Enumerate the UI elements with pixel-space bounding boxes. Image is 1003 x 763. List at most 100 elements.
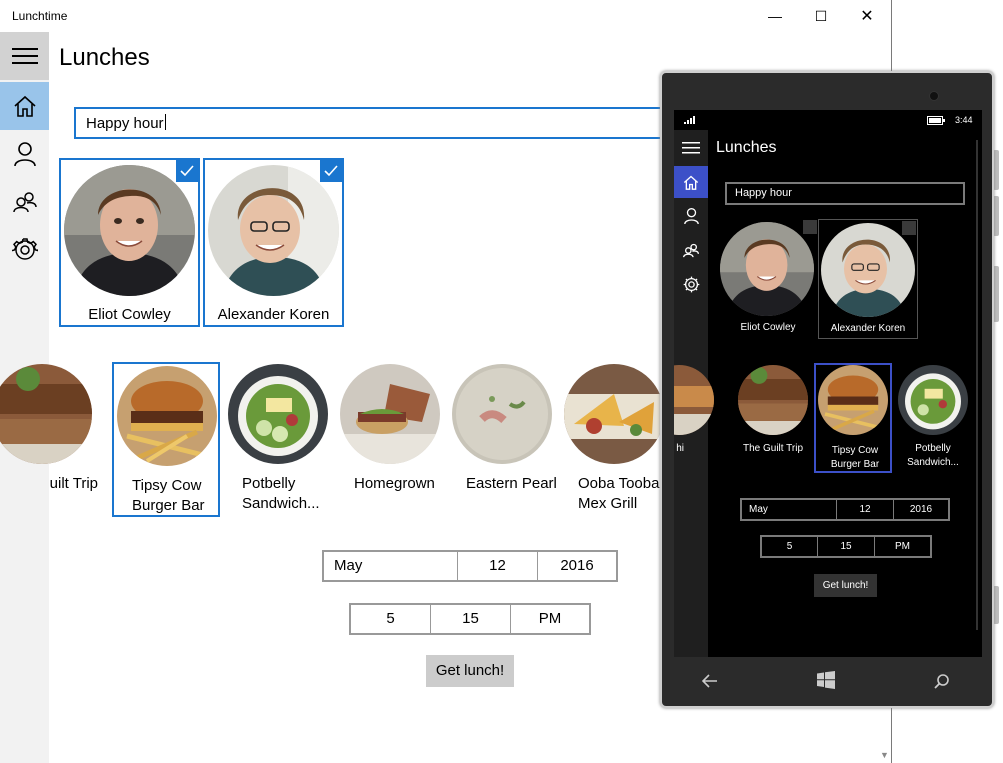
date-picker[interactable]: May 12 2016 bbox=[322, 550, 618, 582]
phone-search-input[interactable]: Happy hour bbox=[725, 182, 965, 205]
phone-restaurant-item-guilt-trip[interactable]: The Guilt Trip bbox=[734, 363, 812, 473]
person-card-eliot[interactable]: Eliot Cowley bbox=[59, 158, 200, 327]
restaurant-label: Homegrown bbox=[354, 475, 435, 492]
windows-logo-icon[interactable] bbox=[817, 671, 835, 689]
person-name: Eliot Cowley bbox=[88, 306, 171, 323]
time-hour[interactable]: 5 bbox=[351, 605, 431, 633]
person-name: Alexander Koren bbox=[830, 323, 906, 334]
restaurant-photo bbox=[898, 365, 968, 435]
person-card-alexander[interactable]: Alexander Koren bbox=[203, 158, 344, 327]
date-day[interactable]: 12 bbox=[458, 552, 538, 580]
phone-restaurant-item-tipsy-cow[interactable]: Tipsy Cow Burger Bar bbox=[814, 363, 892, 473]
gear-icon bbox=[683, 276, 699, 292]
window-title: Lunchtime bbox=[12, 9, 68, 23]
selected-check bbox=[320, 160, 342, 182]
phone-person-card-alexander[interactable]: Alexander Koren bbox=[818, 219, 918, 339]
time-minute[interactable]: 15 bbox=[818, 537, 875, 556]
date-year[interactable]: 2016 bbox=[894, 500, 948, 519]
restaurant-item-eastern-pearl[interactable]: Eastern Pearl bbox=[448, 362, 560, 517]
checkmark-icon bbox=[324, 165, 338, 177]
restaurant-item-potbelly[interactable]: Potbelly Sandwich... bbox=[224, 362, 336, 517]
restaurant-photo bbox=[564, 364, 664, 464]
nav-home[interactable] bbox=[0, 82, 49, 130]
time-ampm[interactable]: PM bbox=[875, 537, 930, 556]
restaurant-item-tipsy-cow[interactable]: Tipsy Cow Burger Bar bbox=[112, 362, 220, 517]
time-picker[interactable]: 5 15 PM bbox=[349, 603, 591, 635]
time-hour[interactable]: 5 bbox=[762, 537, 818, 556]
avatar bbox=[64, 165, 195, 296]
restaurant-photo bbox=[117, 366, 217, 466]
hamburger-menu-icon bbox=[682, 142, 700, 154]
home-icon bbox=[683, 175, 699, 190]
phone-nav-group[interactable] bbox=[674, 234, 708, 266]
phone-nav-person[interactable] bbox=[674, 200, 708, 232]
phone-screen: 3:44 Lunches Happy hour Eliot Cowley Ale… bbox=[674, 110, 982, 657]
person-name: Eliot Cowley bbox=[740, 322, 796, 333]
group-icon bbox=[12, 192, 37, 213]
restaurant-label: Potbelly Sandwich... bbox=[242, 475, 320, 512]
restaurant-photo bbox=[818, 365, 888, 435]
nav-group[interactable] bbox=[0, 178, 49, 226]
search-input-value: Happy hour bbox=[86, 115, 164, 132]
restaurant-label: hi bbox=[676, 443, 684, 454]
restaurant-label: Potbelly Sandwich... bbox=[907, 443, 959, 468]
restaurant-photo bbox=[738, 365, 808, 435]
text-caret bbox=[164, 114, 166, 130]
hamburger-button[interactable] bbox=[0, 32, 49, 80]
date-day[interactable]: 12 bbox=[837, 500, 894, 519]
time-minute[interactable]: 15 bbox=[431, 605, 511, 633]
date-month[interactable]: May bbox=[742, 500, 837, 519]
get-lunch-button[interactable]: Get lunch! bbox=[426, 655, 514, 687]
restaurant-label: Eastern Pearl bbox=[466, 475, 557, 492]
minimize-button[interactable]: — bbox=[752, 0, 798, 32]
phone-restaurant-item-potbelly[interactable]: Potbelly Sandwich... bbox=[894, 363, 972, 473]
battery-icon bbox=[927, 116, 945, 125]
restaurant-label: Tipsy Cow Burger Bar bbox=[132, 477, 205, 514]
maximize-button[interactable]: ☐ bbox=[798, 0, 844, 32]
phone-restaurant-item[interactable]: hi bbox=[674, 363, 718, 473]
scroll-down-arrow[interactable]: ▼ bbox=[880, 750, 889, 760]
selection-checkbox[interactable] bbox=[803, 220, 817, 234]
phone-clock: 3:44 bbox=[955, 115, 973, 125]
avatar bbox=[821, 223, 915, 317]
phone-person-card-eliot[interactable]: Eliot Cowley bbox=[718, 219, 818, 339]
restaurant-photo bbox=[228, 364, 328, 464]
restaurant-item-ooba-tooba[interactable]: Ooba Tooba Mex Grill bbox=[560, 362, 672, 517]
person-icon bbox=[13, 142, 36, 166]
restaurant-photo bbox=[452, 364, 552, 464]
home-icon bbox=[13, 95, 36, 117]
phone-nav-bar bbox=[662, 663, 992, 706]
avatar bbox=[208, 165, 339, 296]
page-title: Lunches bbox=[59, 44, 150, 71]
phone-get-lunch-button[interactable]: Get lunch! bbox=[814, 574, 877, 597]
phone-nav-home[interactable] bbox=[674, 166, 708, 198]
date-month[interactable]: May bbox=[324, 552, 458, 580]
close-button[interactable]: ✕ bbox=[844, 0, 890, 32]
phone-status-bar: 3:44 bbox=[674, 110, 982, 130]
restaurant-label: Ooba Tooba Mex Grill bbox=[578, 475, 660, 512]
selection-checkbox[interactable] bbox=[902, 221, 916, 235]
phone-time-picker[interactable]: 5 15 PM bbox=[760, 535, 932, 558]
signal-icon bbox=[684, 116, 695, 124]
nav-settings[interactable] bbox=[0, 226, 49, 274]
nav-person[interactable] bbox=[0, 130, 49, 178]
hamburger-menu-icon bbox=[11, 48, 38, 64]
date-year[interactable]: 2016 bbox=[538, 552, 616, 580]
avatar bbox=[720, 222, 814, 316]
search-icon[interactable] bbox=[934, 674, 949, 689]
phone-nav-settings[interactable] bbox=[674, 268, 708, 300]
time-ampm[interactable]: PM bbox=[511, 605, 589, 633]
restaurant-label: The Guilt Trip bbox=[742, 443, 804, 454]
phone-scrollbar[interactable] bbox=[976, 140, 978, 630]
phone-page-title: Lunches bbox=[716, 139, 777, 156]
back-arrow-icon[interactable] bbox=[702, 674, 718, 688]
restaurant-item-homegrown[interactable]: Homegrown bbox=[336, 362, 448, 517]
person-icon bbox=[683, 208, 699, 224]
restaurant-item-guilt-trip[interactable]: uilt Trip bbox=[0, 362, 104, 517]
search-input[interactable]: Happy hour bbox=[74, 107, 694, 139]
phone-hamburger-button[interactable] bbox=[674, 132, 708, 164]
selected-check bbox=[176, 160, 198, 182]
restaurant-photo bbox=[0, 364, 92, 464]
phone-date-picker[interactable]: May 12 2016 bbox=[740, 498, 950, 521]
checkmark-icon bbox=[180, 165, 194, 177]
